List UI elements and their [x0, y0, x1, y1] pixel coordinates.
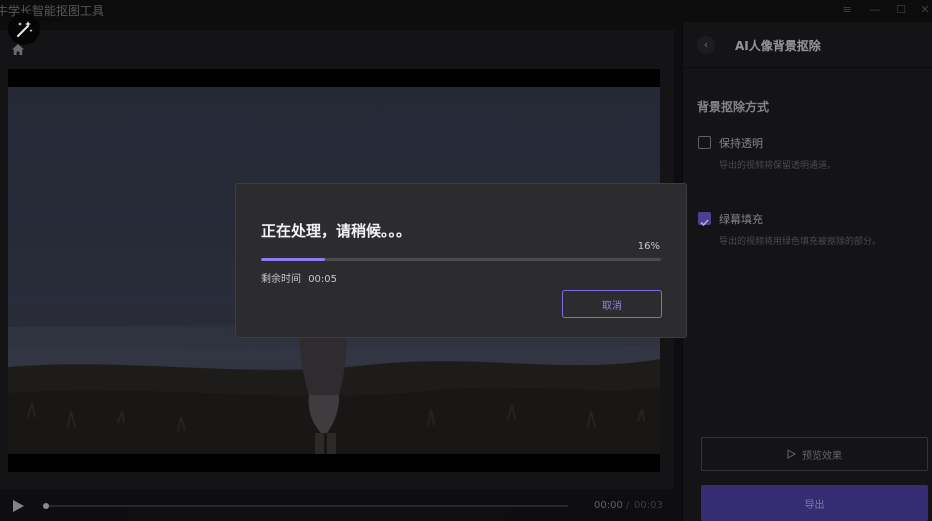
processing-dialog: 正在处理，请稍候。。。 16% 剩余时间 00:05 取消 — [235, 183, 687, 338]
progress-percent: 16% — [637, 241, 660, 252]
remaining-time: 剩余时间 00:05 — [261, 270, 337, 285]
dialog-title: 正在处理，请稍候。。。 — [261, 222, 412, 240]
progress-bar — [261, 258, 661, 261]
cancel-label: 取消 — [602, 300, 622, 312]
remaining-label: 剩余时间 — [261, 274, 301, 285]
cancel-button[interactable]: 取消 — [562, 290, 662, 318]
progress-fill — [261, 258, 325, 261]
remaining-value: 00:05 — [308, 274, 338, 285]
magic-wand-icon — [8, 13, 40, 45]
